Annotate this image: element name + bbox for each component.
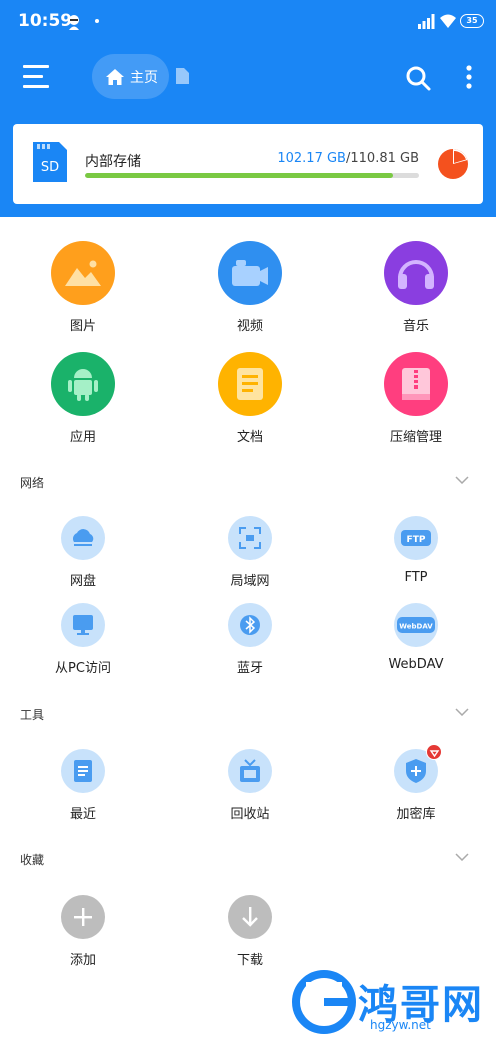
- network-bluetooth-label: 蓝牙: [236, 661, 263, 676]
- network-pc-access-label: 从PC访问: [55, 661, 111, 676]
- storage-name: 内部存储: [85, 154, 141, 170]
- search-icon[interactable]: [404, 64, 432, 92]
- tool-recent-label: 最近: [69, 807, 96, 822]
- tool-recent[interactable]: 最近: [8, 749, 158, 822]
- network-webdav[interactable]: WebDAV WebDAV: [341, 603, 491, 672]
- pc-access-icon: [61, 603, 105, 647]
- sd-card-icon: SD: [33, 142, 67, 182]
- headphones-icon: [384, 241, 448, 305]
- signal-icon: [418, 14, 435, 29]
- category-apps[interactable]: 应用: [8, 352, 158, 445]
- status-bar: 10:59 35: [0, 0, 496, 44]
- favorite-download-label: 下载: [236, 953, 263, 968]
- favorite-add[interactable]: 添加: [8, 895, 158, 968]
- menu-icon[interactable]: [20, 64, 52, 90]
- notification-dot-icon: [95, 19, 99, 23]
- favorites-collapse-chevron-icon[interactable]: [455, 853, 469, 861]
- network-ftp[interactable]: FTP FTP: [341, 516, 491, 585]
- section-network-title: 网络: [20, 476, 45, 490]
- android-icon: [51, 352, 115, 416]
- storage-used: 102.17 GB: [277, 151, 346, 166]
- category-documents[interactable]: 文档: [175, 352, 325, 445]
- vault-icon: [394, 744, 442, 793]
- category-images-label: 图片: [69, 319, 96, 334]
- network-lan[interactable]: 局域网: [175, 516, 325, 589]
- download-icon: [228, 895, 272, 939]
- home-icon: [106, 68, 124, 85]
- category-music-label: 音乐: [402, 319, 429, 334]
- category-archives-label: 压缩管理: [389, 430, 442, 445]
- watermark-logo: 鸿哥网 hgzyw.net: [292, 970, 492, 1034]
- recent-icon: [61, 749, 105, 793]
- network-cloud-drive[interactable]: 网盘: [8, 516, 158, 589]
- ftp-icon: FTP: [394, 516, 438, 560]
- recycle-bin-icon: [228, 749, 272, 793]
- tool-recycle-bin-label: 回收站: [230, 807, 270, 822]
- wifi-icon: [440, 14, 456, 28]
- storage-progress-bar: [85, 173, 419, 178]
- tool-vault[interactable]: 加密库: [341, 744, 491, 822]
- storage-pie-icon[interactable]: [437, 148, 469, 180]
- watermark-url: hgzyw.net: [370, 1018, 431, 1032]
- tool-vault-label: 加密库: [396, 807, 436, 822]
- tool-recycle-bin[interactable]: 回收站: [175, 749, 325, 822]
- network-pc-access[interactable]: 从PC访问: [8, 603, 158, 676]
- category-music[interactable]: 音乐: [341, 241, 491, 334]
- webdav-icon: WebDAV: [394, 603, 438, 647]
- watermark-logo-icon: [292, 970, 356, 1034]
- section-favorites-title: 收藏: [20, 853, 45, 867]
- section-tools-title: 工具: [20, 708, 45, 722]
- category-archives[interactable]: 压缩管理: [341, 352, 491, 445]
- storage-total: 110.81 GB: [350, 151, 419, 166]
- category-apps-label: 应用: [69, 430, 96, 445]
- network-cloud-drive-label: 网盘: [69, 574, 96, 589]
- document-icon: [218, 352, 282, 416]
- tools-collapse-chevron-icon[interactable]: [455, 708, 469, 716]
- favorite-add-label: 添加: [69, 953, 96, 968]
- network-webdav-label: WebDAV: [388, 657, 444, 672]
- more-options-icon[interactable]: [462, 64, 476, 92]
- category-videos-label: 视频: [236, 319, 263, 334]
- webdav-icon-text: WebDAV: [399, 623, 433, 631]
- network-collapse-chevron-icon[interactable]: [455, 476, 469, 484]
- favorite-download[interactable]: 下载: [175, 895, 325, 968]
- add-icon: [61, 895, 105, 939]
- internal-storage-card[interactable]: SD 内部存储 102.17 GB/110.81 GB: [13, 124, 483, 204]
- breadcrumb-home-label: 主页: [130, 69, 158, 86]
- category-images[interactable]: 图片: [8, 241, 158, 334]
- cloud-drive-icon: [61, 516, 105, 560]
- network-bluetooth[interactable]: 蓝牙: [175, 603, 325, 676]
- network-lan-label: 局域网: [230, 574, 270, 589]
- toolbar: 主页: [0, 44, 496, 108]
- battery-level: 35: [466, 16, 478, 25]
- category-documents-label: 文档: [236, 430, 263, 445]
- file-icon[interactable]: [175, 68, 189, 84]
- network-ftp-label: FTP: [404, 570, 428, 585]
- sd-badge-text: SD: [41, 160, 59, 175]
- lan-icon: [228, 516, 272, 560]
- breadcrumb-home[interactable]: 主页: [92, 54, 169, 99]
- video-icon: [218, 241, 282, 305]
- image-icon: [51, 241, 115, 305]
- battery-icon: 35: [460, 14, 484, 28]
- status-time: 10:59: [18, 11, 73, 31]
- archive-icon: [384, 352, 448, 416]
- bluetooth-icon: [228, 603, 272, 647]
- header: 10:59 35 主页 SD 内部存储 102.17 GB/110.81 GB: [0, 0, 496, 217]
- vault-badge-icon: [426, 744, 442, 760]
- category-videos[interactable]: 视频: [175, 241, 325, 334]
- notification-avatar-icon: [69, 15, 79, 30]
- storage-progress-fill: [85, 173, 393, 178]
- storage-usage: 102.17 GB/110.81 GB: [277, 151, 419, 166]
- ftp-icon-text: FTP: [407, 535, 426, 545]
